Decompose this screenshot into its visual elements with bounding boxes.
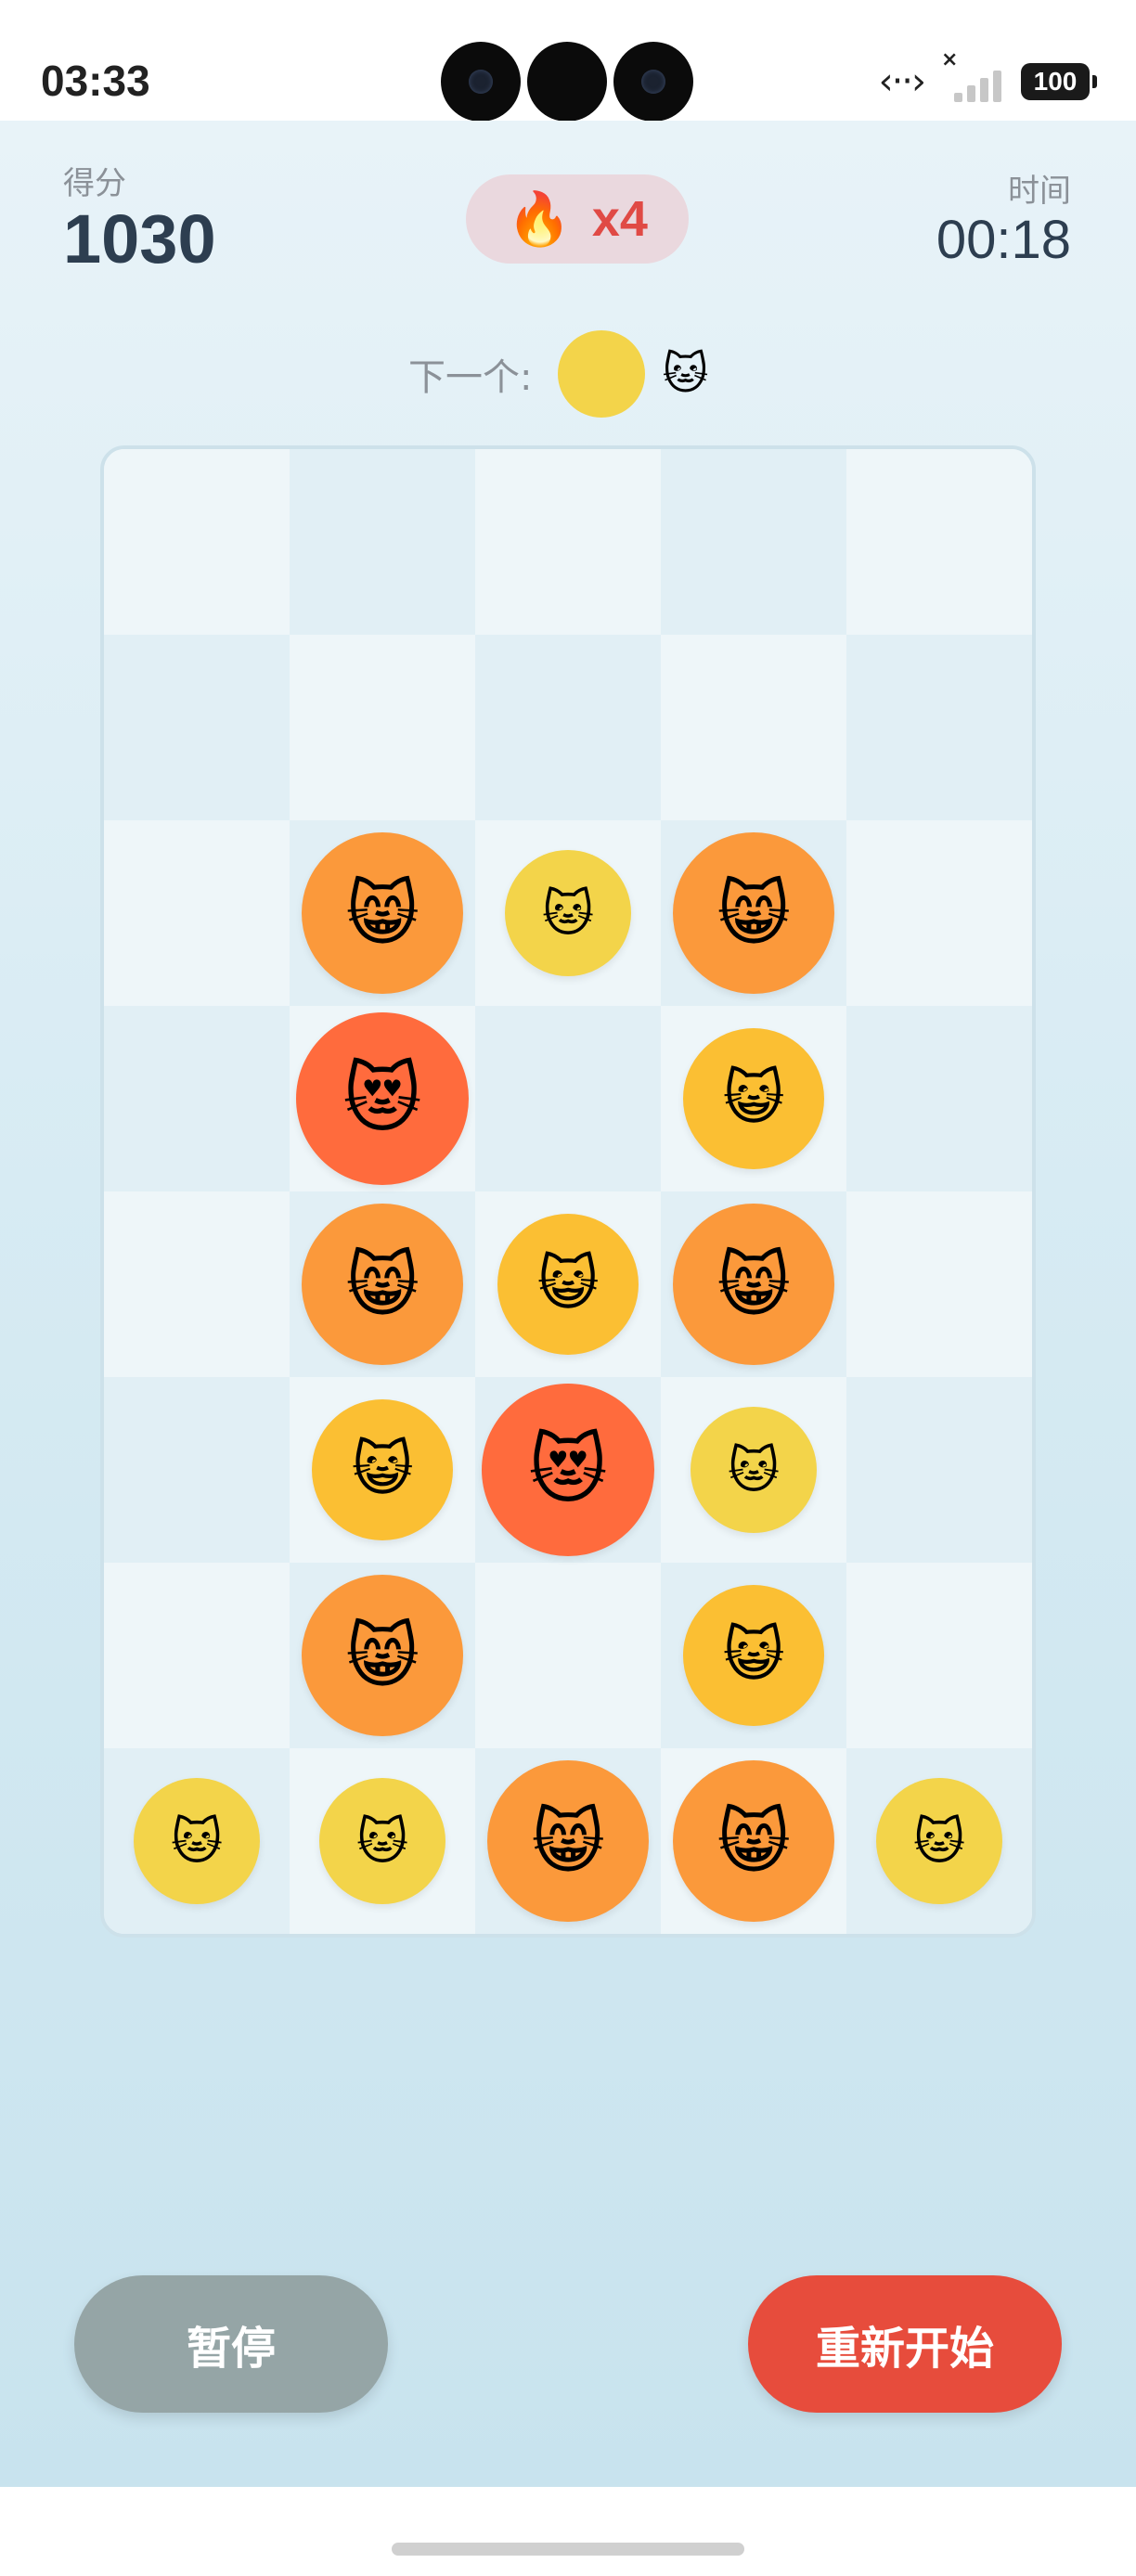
board-cell[interactable] [475, 1006, 663, 1193]
board-cell[interactable] [475, 635, 663, 822]
cat-piece[interactable]: 🐱 [691, 1407, 817, 1533]
board-cell[interactable] [104, 820, 291, 1008]
camera-lens-icon [613, 42, 693, 122]
board-cell[interactable] [290, 635, 477, 822]
board-cell[interactable] [661, 635, 848, 822]
next-label: 下一个: [408, 356, 533, 399]
cat-face-icon: 😺 [536, 1250, 600, 1319]
board-cell[interactable] [104, 1191, 291, 1379]
cat-face-icon: 😸 [345, 1243, 420, 1326]
cat-face-icon: 😸 [531, 1799, 605, 1883]
cat-piece[interactable]: 😸 [673, 832, 834, 994]
cat-face-icon: 🐱 [355, 1811, 409, 1871]
board-cell[interactable] [104, 449, 291, 637]
data-transfer-icon: ‹··› [878, 60, 926, 103]
camera-lens-icon [441, 42, 521, 122]
board-cell[interactable] [104, 635, 291, 822]
cat-face-icon: 😸 [716, 1243, 791, 1326]
board-cell[interactable] [846, 820, 1032, 1008]
cat-piece[interactable]: 🐱 [876, 1778, 1002, 1904]
combo-badge: 🔥 x4 [466, 174, 689, 264]
score-label: 得分 [63, 165, 126, 202]
pause-button[interactable]: 暂停 [74, 2275, 388, 2413]
status-icons: ‹··› × 100 [878, 48, 1097, 106]
time-label: 时间 [1008, 173, 1071, 210]
board-cell[interactable] [846, 1191, 1032, 1379]
next-piece-preview: 下一个: 🐱 [408, 329, 709, 419]
board-cell[interactable] [475, 449, 663, 637]
cat-piece[interactable]: 😸 [302, 832, 463, 994]
combo-multiplier: x4 [591, 191, 648, 247]
cat-piece[interactable]: 😺 [683, 1585, 824, 1726]
cat-piece[interactable]: 😸 [302, 1575, 463, 1736]
navigation-bar [0, 2487, 1136, 2576]
board-cell[interactable] [104, 1377, 291, 1565]
camera-sensor-icon [527, 42, 607, 122]
game-board[interactable]: 😸 🐱 😸 😻 😺 😸 😺 😸 😺 😻 🐱 😸 😺 🐱 🐱 😸 😸 🐱 [100, 445, 1036, 1938]
cat-piece[interactable]: 😺 [683, 1028, 824, 1169]
board-cell[interactable] [661, 449, 848, 637]
cat-piece[interactable]: 😸 [673, 1760, 834, 1922]
cat-piece[interactable]: 🐱 [505, 850, 631, 976]
cat-face-icon: 😸 [716, 1799, 791, 1883]
cat-face-icon: 😺 [722, 1064, 785, 1133]
cat-face-icon: 😻 [528, 1425, 608, 1514]
signal-icon: × [939, 48, 1006, 106]
board-cell[interactable] [846, 1563, 1032, 1750]
game-screen: 得分 1030 🔥 x4 时间 00:18 下一个: 🐱 😸 🐱 😸 😻 😺 😸 😺 😸 😺 😻 🐱… [0, 121, 1136, 2487]
home-indicator[interactable] [392, 2543, 744, 2556]
cat-face-icon: 🐱 [912, 1811, 966, 1871]
board-cell[interactable] [846, 1377, 1032, 1565]
cat-face-icon: 🐱 [541, 883, 595, 943]
next-cat-icon: 🐱 [662, 348, 709, 400]
cat-face-icon: 😻 [342, 1054, 422, 1143]
camera-cutout [441, 42, 693, 123]
restart-button[interactable]: 重新开始 [748, 2275, 1062, 2413]
cat-face-icon: 😺 [722, 1621, 785, 1690]
cat-piece[interactable]: 🐱 [134, 1778, 260, 1904]
cat-piece[interactable]: 😸 [673, 1204, 834, 1365]
cat-piece[interactable]: 😸 [487, 1760, 649, 1922]
board-cell[interactable] [846, 449, 1032, 637]
board-cell[interactable] [104, 1006, 291, 1193]
cat-face-icon: 😸 [345, 1614, 420, 1697]
next-ball [558, 330, 646, 418]
cat-face-icon: 😸 [716, 871, 791, 955]
cat-face-icon: 🐱 [170, 1811, 224, 1871]
cat-face-icon: 🐱 [727, 1440, 781, 1500]
cat-piece[interactable]: 😺 [497, 1214, 639, 1355]
board-cell[interactable] [475, 1563, 663, 1750]
status-bar: 03:33 ‹··› × 100 [0, 0, 1136, 123]
cat-piece[interactable]: 😺 [312, 1399, 453, 1540]
time-value: 00:18 [936, 210, 1071, 270]
cat-piece[interactable]: 😸 [302, 1204, 463, 1365]
cat-piece[interactable]: 😻 [482, 1384, 654, 1556]
board-cell[interactable] [846, 635, 1032, 822]
board-cell[interactable] [290, 449, 477, 637]
score-value: 1030 [63, 200, 216, 277]
board-cell[interactable] [846, 1006, 1032, 1193]
cat-face-icon: 😸 [345, 871, 420, 955]
fire-icon: 🔥 [507, 189, 572, 250]
cat-piece[interactable]: 🐱 [319, 1778, 445, 1904]
status-time: 03:33 [41, 57, 150, 105]
battery-icon: 100 [1021, 63, 1097, 100]
cat-piece[interactable]: 😻 [296, 1012, 469, 1185]
cat-face-icon: 😺 [351, 1436, 414, 1504]
board-cell[interactable] [104, 1563, 291, 1750]
